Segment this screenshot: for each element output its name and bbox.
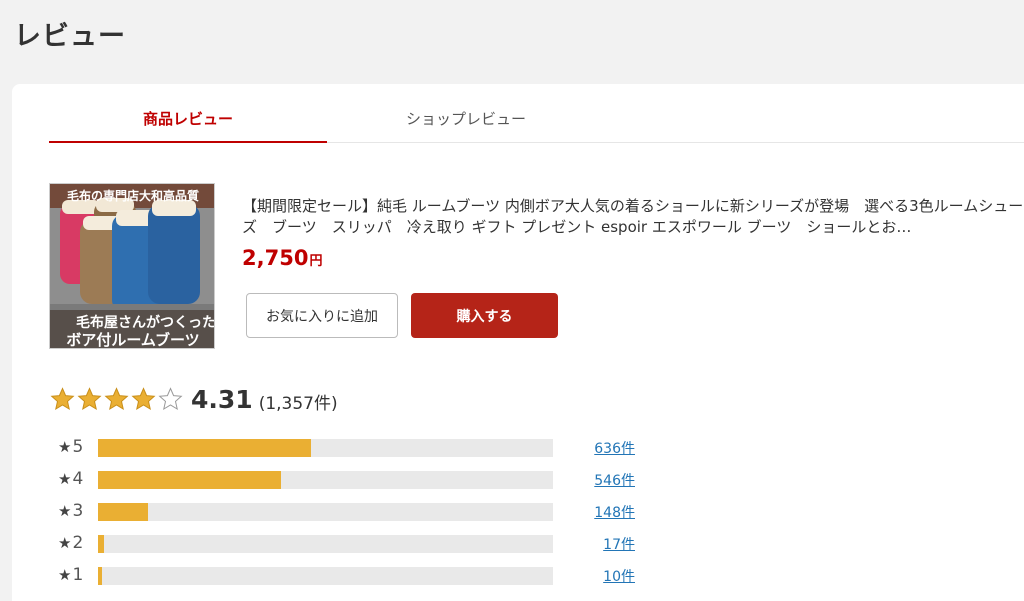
distribution-row: ★ 3 148件	[58, 501, 658, 521]
distribution-bar-fill	[98, 503, 148, 521]
distribution-bar-fill	[98, 471, 281, 489]
add-to-favorites-button[interactable]: お気に入りに追加	[246, 293, 398, 338]
buy-button[interactable]: 購入する	[411, 293, 558, 338]
star-icon: ★	[58, 470, 72, 488]
star-filled-icon	[104, 386, 129, 410]
review-card: 商品レビュー ショップレビュー 毛布の専門店大和高品質 毛布屋さんがつくった ボ…	[12, 84, 1024, 601]
distribution-row: ★ 2 17件	[58, 533, 658, 553]
boots-illustration: 毛布の専門店大和高品質 毛布屋さんがつくった ボア付ルームブーツ	[50, 184, 215, 349]
product-price: 2,750円	[242, 246, 322, 270]
image-banner-top: 毛布の専門店大和高品質	[67, 188, 199, 203]
distribution-bar-track	[98, 503, 553, 521]
distribution-star-label: ★ 4	[58, 469, 83, 489]
distribution-row: ★ 1 10件	[58, 565, 658, 585]
star-icon: ★	[58, 534, 72, 552]
rating-stars	[50, 386, 185, 412]
star-filled-icon	[77, 386, 102, 410]
distribution-bar-track	[98, 439, 553, 457]
distribution-bar-track	[98, 471, 553, 489]
distribution-bar-fill	[98, 535, 104, 553]
distribution-count-link[interactable]: 546件	[593, 470, 635, 490]
distribution-star-label: ★ 3	[58, 501, 83, 521]
distribution-row: ★ 5 636件	[58, 437, 658, 457]
distribution-bar-fill	[98, 439, 311, 457]
review-tabs: 商品レビュー ショップレビュー	[49, 84, 1024, 143]
distribution-star-number: 3	[72, 501, 84, 521]
price-currency: 円	[309, 254, 323, 269]
star-filled-icon	[131, 386, 156, 410]
star-icon: ★	[58, 438, 72, 456]
distribution-star-number: 4	[72, 469, 84, 489]
product-name[interactable]: 【期間限定セール】純毛 ルームブーツ 内側ボア大人気の着るショールに新シリーズが…	[242, 196, 1024, 238]
star-icon: ★	[58, 566, 72, 584]
tab-shop-review[interactable]: ショップレビュー	[327, 108, 605, 143]
tab-product-review[interactable]: 商品レビュー	[49, 108, 327, 143]
star-filled-icon	[50, 386, 75, 410]
rating-average: 4.31	[191, 384, 253, 414]
page-title: レビュー	[14, 21, 126, 52]
product-image[interactable]: 毛布の専門店大和高品質 毛布屋さんがつくった ボア付ルームブーツ	[49, 183, 215, 349]
star-empty-icon	[158, 386, 183, 410]
distribution-count-link[interactable]: 148件	[593, 502, 635, 522]
distribution-count-link[interactable]: 10件	[593, 566, 635, 586]
price-value: 2,750	[242, 246, 309, 270]
distribution-count-link[interactable]: 636件	[593, 438, 635, 458]
rating-count: (1,357件)	[258, 393, 338, 414]
star-icon: ★	[58, 502, 72, 520]
distribution-bar-fill	[98, 567, 102, 585]
distribution-star-number: 5	[72, 437, 84, 457]
distribution-star-label: ★ 5	[58, 437, 83, 457]
distribution-bar-track	[98, 535, 553, 553]
distribution-star-number: 1	[72, 565, 84, 585]
image-banner-line1: 毛布屋さんがつくった	[76, 314, 215, 331]
distribution-star-label: ★ 1	[58, 565, 83, 585]
rating-summary: 4.31 (1,357件)	[50, 381, 338, 417]
image-banner-line2: ボア付ルームブーツ	[66, 331, 199, 349]
distribution-count-link[interactable]: 17件	[593, 534, 635, 554]
distribution-star-label: ★ 2	[58, 533, 83, 553]
distribution-row: ★ 4 546件	[58, 469, 658, 489]
distribution-star-number: 2	[72, 533, 84, 553]
distribution-bar-track	[98, 567, 553, 585]
